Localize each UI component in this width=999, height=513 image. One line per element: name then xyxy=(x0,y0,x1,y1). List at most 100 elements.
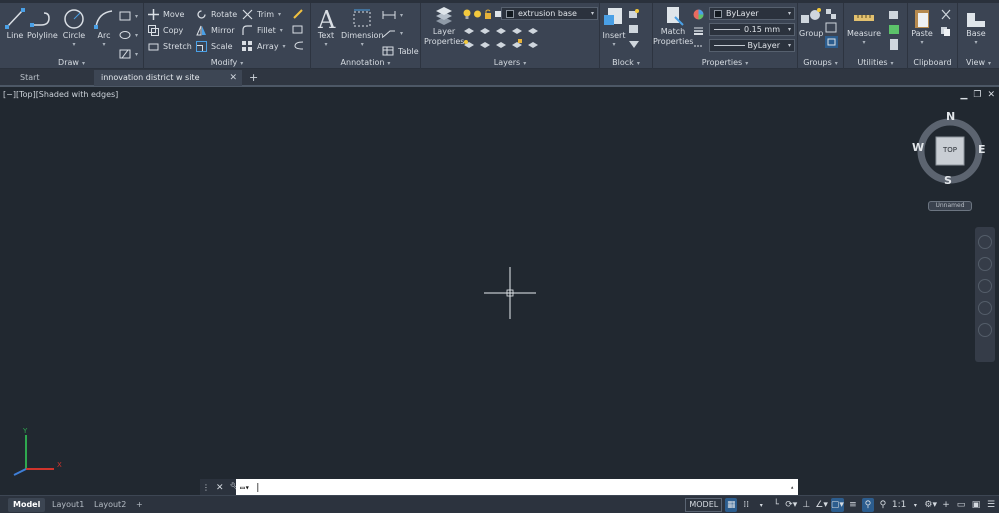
lock-icon[interactable] xyxy=(484,9,492,19)
leader-tool[interactable]: ▾ xyxy=(382,26,419,40)
stretch-tool[interactable]: Stretch xyxy=(148,39,192,53)
viewcube[interactable]: N S E W TOP xyxy=(912,109,990,189)
copy-tool[interactable]: Copy xyxy=(148,23,183,37)
plus-icon[interactable]: + xyxy=(940,498,952,512)
tab-model[interactable]: Model xyxy=(8,498,46,512)
close-icon[interactable]: ✕ xyxy=(229,70,237,86)
calculator-icon[interactable] xyxy=(888,39,900,50)
quick-select-icon[interactable] xyxy=(888,9,900,20)
view-panel-title[interactable]: View ▾ xyxy=(958,57,999,68)
zoom-icon[interactable] xyxy=(978,279,992,293)
command-prompt-icon[interactable]: ▭▾ xyxy=(240,483,250,492)
arc-dropdown-icon[interactable]: ▾ xyxy=(102,41,105,48)
polar-tracking-icon[interactable]: ⟳▾ xyxy=(785,498,797,512)
rotate-tool[interactable]: Rotate xyxy=(196,7,237,21)
table-tool[interactable]: Table xyxy=(382,44,419,58)
array-tool[interactable]: Array ▾ xyxy=(242,39,286,53)
mirror-tool[interactable]: Mirror xyxy=(196,23,235,37)
lineweight-toggle-icon[interactable]: ≡ xyxy=(847,498,859,512)
measure-tool[interactable]: Measure ▾ xyxy=(847,7,881,46)
layer-properties-tool[interactable]: Layer Properties xyxy=(424,5,464,47)
circle-tool[interactable]: Circle ▾ xyxy=(62,7,86,48)
restore-icon[interactable]: ❐ xyxy=(973,90,981,100)
id-point-icon[interactable] xyxy=(888,24,900,35)
annotation-scale-dropdown-icon[interactable]: ▾ xyxy=(909,498,921,512)
fullscreen-icon[interactable]: ▣ xyxy=(970,498,982,512)
cut-icon[interactable] xyxy=(940,9,952,20)
grid-icon[interactable]: ▦ xyxy=(725,498,738,512)
offset-icon[interactable] xyxy=(292,40,304,51)
isometric-icon[interactable]: ⊥ xyxy=(800,498,812,512)
circle-dropdown-icon[interactable]: ▾ xyxy=(72,41,75,48)
paste-tool[interactable]: Paste ▾ xyxy=(910,7,934,46)
layers-panel-title[interactable]: Layers ▾ xyxy=(421,57,599,68)
clean-screen-icon[interactable]: ▭ xyxy=(955,498,967,512)
modify-panel-title[interactable]: Modify ▾ xyxy=(144,57,310,68)
new-tab-plus-icon[interactable]: + xyxy=(249,70,258,86)
create-block-icon[interactable] xyxy=(628,8,640,19)
pan-icon[interactable] xyxy=(978,257,992,271)
lineweight-icon[interactable] xyxy=(693,25,704,36)
viewport-controls-label[interactable]: [−][Top][Shaded with edges] xyxy=(3,90,118,99)
close-icon[interactable]: ✕ xyxy=(987,90,995,100)
trim-tool[interactable]: Trim ▾ xyxy=(242,7,281,21)
steering-wheel-icon[interactable] xyxy=(978,235,992,249)
minimize-icon[interactable]: ▁ xyxy=(960,90,967,100)
tab-start[interactable]: Start xyxy=(0,70,92,86)
layer-lock-icon[interactable] xyxy=(511,39,523,49)
tab-layout2[interactable]: Layout2 xyxy=(89,498,131,512)
match-properties-tool[interactable]: Match Properties xyxy=(653,5,693,47)
close-icon[interactable]: ✕ xyxy=(216,483,224,493)
model-space-button[interactable]: MODEL xyxy=(685,498,723,512)
base-tool[interactable]: Base ▾ xyxy=(964,7,988,46)
command-history-icon[interactable]: ▴ xyxy=(790,479,794,496)
object-tracking-icon[interactable]: ∠▾ xyxy=(815,498,828,512)
compass-west[interactable]: W xyxy=(912,141,924,154)
dimension-tool[interactable]: Dimension ▾ xyxy=(341,7,384,48)
linear-dim-tool[interactable]: ▾ xyxy=(382,8,419,22)
osnap-icon[interactable]: ▢▾ xyxy=(830,498,844,512)
annotation-scale[interactable]: 1:1 xyxy=(892,498,906,512)
edit-block-icon[interactable] xyxy=(628,23,640,34)
polyline-tool[interactable]: Polyline xyxy=(27,7,58,41)
annotation-autoscale-icon[interactable]: ⚲ xyxy=(877,498,889,512)
linetype-dropdown[interactable]: ByLayer ▾ xyxy=(709,39,795,52)
layer-match-icon[interactable] xyxy=(463,25,475,35)
draw-panel-title[interactable]: Draw ▾ xyxy=(0,57,143,68)
layer-unlock-icon[interactable] xyxy=(527,39,539,49)
compass-east[interactable]: E xyxy=(978,143,986,156)
layer-thaw-icon[interactable] xyxy=(495,39,507,49)
line-tool[interactable]: Line xyxy=(4,7,26,41)
clipboard-panel-title[interactable]: Clipboard xyxy=(908,57,957,68)
layer-unisolate-icon[interactable] xyxy=(511,25,523,35)
group-selection-icon[interactable] xyxy=(825,36,838,48)
block-panel-title[interactable]: Block ▾ xyxy=(600,57,652,68)
color-dropdown[interactable]: ByLayer ▾ xyxy=(709,7,795,20)
current-layer-dropdown[interactable]: extrusion base ▾ xyxy=(501,7,598,20)
layer-previous-icon[interactable] xyxy=(479,25,491,35)
showmotion-icon[interactable] xyxy=(978,323,992,337)
properties-panel-title[interactable]: Properties ▾ xyxy=(653,57,797,68)
viewcube-face-top[interactable]: TOP xyxy=(936,146,964,154)
grip-icon[interactable]: ⋮ xyxy=(202,483,210,492)
insert-tool[interactable]: Insert ▾ xyxy=(602,5,626,48)
lightbulb-icon[interactable] xyxy=(463,9,471,19)
group-tool[interactable]: Group xyxy=(799,7,823,39)
explode-icon[interactable] xyxy=(292,24,304,35)
hatch-tool[interactable]: ▾ xyxy=(119,28,138,42)
command-input[interactable]: ▭▾ | ▴ xyxy=(236,479,798,496)
layer-isolate-icon[interactable] xyxy=(495,25,507,35)
add-layout-plus-icon[interactable]: + xyxy=(131,498,148,512)
layer-off-icon[interactable] xyxy=(463,39,475,49)
utilities-panel-title[interactable]: Utilities ▾ xyxy=(844,57,907,68)
snap-icon[interactable]: ⁞⁞ xyxy=(740,498,752,512)
attribute-icon[interactable] xyxy=(628,38,640,49)
annotation-visibility-icon[interactable]: ⚲ xyxy=(861,498,874,512)
gear-icon[interactable]: ⚙▾ xyxy=(924,498,937,512)
scale-tool[interactable]: Scale xyxy=(196,39,233,53)
text-tool[interactable]: A Text ▾ xyxy=(316,7,336,48)
orbit-icon[interactable] xyxy=(978,301,992,315)
group-edit-icon[interactable] xyxy=(825,22,837,33)
drawing-viewport[interactable]: [−][Top][Shaded with edges] ▁ ❐ ✕ N S E … xyxy=(0,89,999,495)
copy-clip-icon[interactable] xyxy=(940,26,952,37)
